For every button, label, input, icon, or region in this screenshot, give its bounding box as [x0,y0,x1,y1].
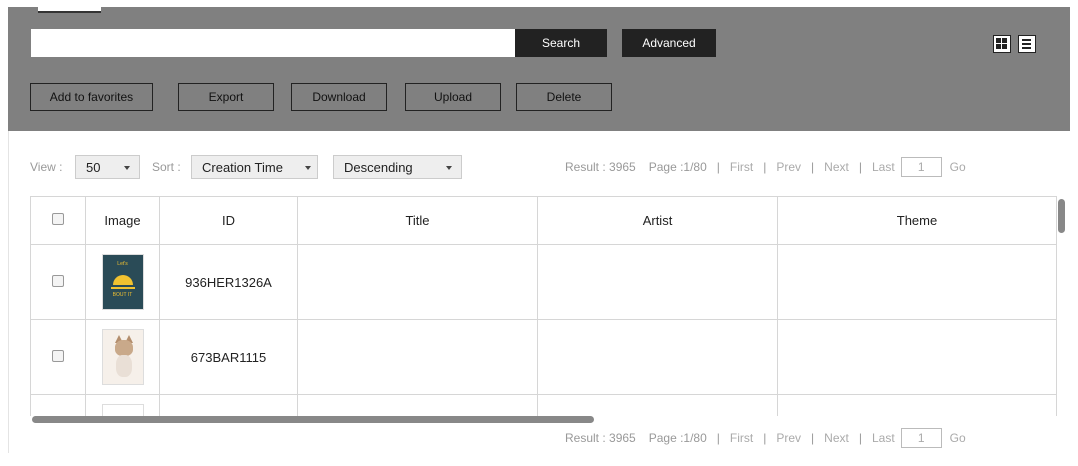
page-number-input[interactable] [900,157,942,177]
sort-label: Sort : [152,160,181,174]
result-count: Result : 3965 [565,160,636,174]
row-checkbox[interactable] [52,349,64,362]
delete-button[interactable]: Delete [516,83,612,111]
chevron-down-icon [446,166,452,170]
prev-page-link[interactable]: Prev [776,431,801,445]
row-id: 936HER1326A [159,244,298,320]
row-theme [777,319,1057,395]
row-id [159,394,298,416]
row-artist [537,244,778,320]
horizontal-scrollbar[interactable] [32,416,594,423]
prev-page-link[interactable]: Prev [776,160,801,174]
vertical-scrollbar[interactable] [1058,199,1065,233]
last-page-link[interactable]: Last [872,431,895,445]
grid-view-icon[interactable] [993,35,1011,53]
select-all-checkbox[interactable] [52,213,64,225]
page-size-select[interactable]: 50 [75,155,140,179]
go-button[interactable]: Go [950,431,966,445]
table-header-row: Image ID Title Artist Theme [30,196,1057,245]
row-title [297,394,538,416]
column-header-image: Image [85,196,160,245]
page-number-input[interactable] [900,428,942,448]
results-table-container[interactable]: Image ID Title Artist Theme Let's BOUT I… [30,196,1068,416]
sort-order-select[interactable]: Descending [333,155,462,179]
search-button[interactable]: Search [515,29,607,57]
add-to-favorites-button[interactable]: Add to favorites [30,83,153,111]
select-all-cell [30,196,86,245]
row-artist [537,319,778,395]
next-page-link[interactable]: Next [824,160,849,174]
active-tab-indicator [38,7,101,13]
view-label: View : [30,160,63,174]
row-theme [777,244,1057,320]
artwork-thumbnail[interactable]: Let's BOUT IT [101,254,144,310]
last-page-link[interactable]: Last [872,160,895,174]
table-row[interactable] [30,394,1057,416]
row-theme [777,394,1057,416]
download-button[interactable]: Download [291,83,387,111]
artwork-thumbnail[interactable] [101,404,144,416]
row-id: 673BAR1115 [159,319,298,395]
next-page-link[interactable]: Next [824,431,849,445]
row-title [297,244,538,320]
chevron-down-icon [124,166,130,170]
page-indicator: Page :1/80 [648,431,707,445]
search-input[interactable] [31,29,515,57]
row-checkbox[interactable] [52,274,64,287]
page-indicator: Page :1/80 [648,160,707,174]
result-count: Result : 3965 [565,431,636,445]
list-view-icon[interactable] [1018,35,1036,53]
first-page-link[interactable]: First [730,431,753,445]
chevron-down-icon [305,166,311,170]
first-page-link[interactable]: First [730,160,753,174]
pagination-top: Result : 3965 Page :1/80 | First | Prev … [565,155,966,179]
table-row[interactable]: 673BAR1115 [30,319,1057,395]
table-row[interactable]: Let's BOUT IT 936HER1326A [30,244,1057,320]
go-button[interactable]: Go [950,160,966,174]
list-controls: View : 50 Sort : Creation Time Descendin… [0,155,1078,181]
column-header-artist: Artist [537,196,778,245]
top-toolbar: Search Advanced Add to favorites Export … [8,7,1070,131]
advanced-search-button[interactable]: Advanced [622,29,716,57]
row-title [297,319,538,395]
sort-field-select[interactable]: Creation Time [191,155,318,179]
upload-button[interactable]: Upload [405,83,501,111]
column-header-title: Title [297,196,538,245]
column-header-theme: Theme [777,196,1057,245]
artwork-thumbnail[interactable] [101,329,144,385]
results-table: Image ID Title Artist Theme Let's BOUT I… [30,196,1057,416]
view-switcher [993,35,1036,53]
export-button[interactable]: Export [178,83,274,111]
pagination-bottom: Result : 3965 Page :1/80 | First | Prev … [565,426,966,450]
row-artist [537,394,778,416]
column-header-id: ID [159,196,298,245]
